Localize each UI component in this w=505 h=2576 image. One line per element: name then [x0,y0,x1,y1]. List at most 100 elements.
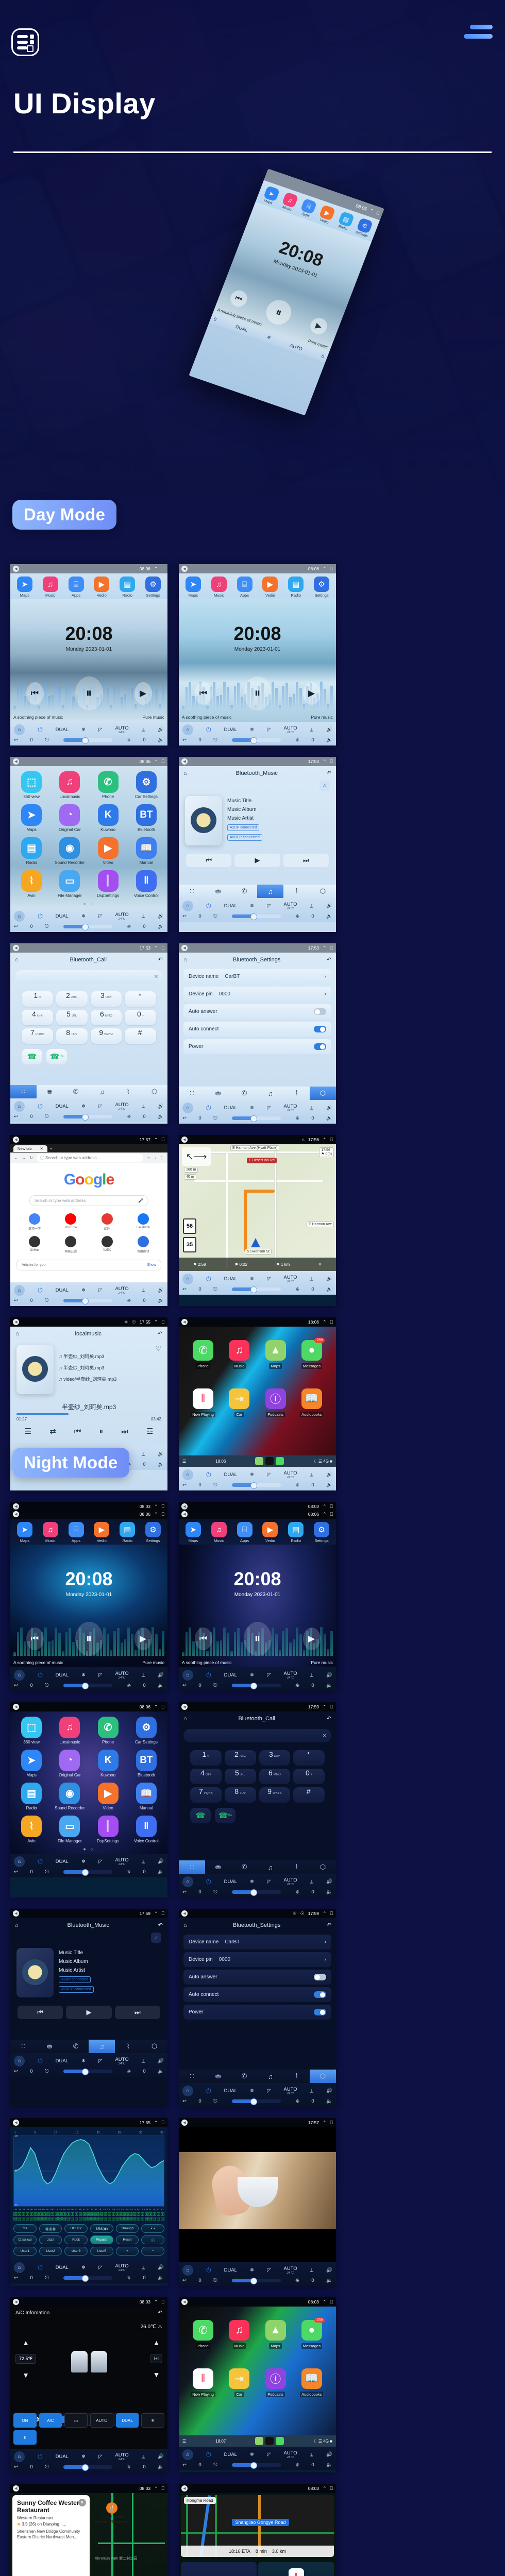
carplay-app-maps[interactable]: ▲ Maps [259,2320,293,2350]
volume-down-icon[interactable]: 🔈 [326,2278,332,2283]
eq-q-cell[interactable]: 16 [111,2217,115,2221]
chevron-down-icon[interactable]: ▼ [153,2370,160,2379]
eq-q-cell[interactable]: 16 [42,2217,46,2221]
volume-up-icon[interactable]: 🔊 [158,1451,164,1457]
app-grid[interactable]: ⬚ 360 view ♫ Localmusic ✆ Phone ⚙ Car Se… [10,1711,167,1845]
eq-q-cell[interactable]: 16 [103,2217,107,2221]
bt-tab-music-note-icon[interactable]: ♫ [257,1860,283,1874]
climate-dual-label[interactable]: DUAL [224,2088,237,2094]
eq-gain-cell[interactable]: 5 [144,2212,148,2216]
eq-gain-cell[interactable]: 11 [107,2212,111,2216]
skip-previous-icon[interactable]: ⏮ [228,288,250,309]
eq-gain-cell[interactable]: 6 [115,2212,120,2216]
carplay-app-music[interactable]: ♫ Music [222,2320,256,2350]
home-icon[interactable]: ⌂ [14,2262,25,2273]
dock-app-radio[interactable]: ▤ Radio [284,1522,307,1543]
app-file-manager[interactable]: ▭ File Manager [52,870,88,898]
app-avin[interactable]: ⌇ Avin [13,1816,49,1843]
recents-icon[interactable]: ⎕ [162,1504,164,1510]
eq-q-cell[interactable]: 16 [136,2217,140,2221]
home-icon[interactable]: ⌂ [14,1670,25,1681]
seat-icon[interactable]: ⟂ [142,2265,145,2270]
carplay-app-messages[interactable]: ● 259 Messages [295,1338,329,1370]
bt-tab-bluetooth-icon[interactable]: ⌇ [283,1860,310,1874]
power-icon[interactable]: ⏻ [206,1275,211,1283]
chevron-down-icon[interactable]: ▼ [22,2371,29,2379]
bt-tab-phone-icon[interactable]: ✆ [231,2070,258,2083]
undo-icon[interactable]: ↶ [327,1922,331,1928]
dock-app-apps[interactable]: ⌸ Apps [65,577,88,598]
bt-tab-bluetooth-icon[interactable]: ⌇ [115,2040,141,2053]
climate-auto-label[interactable]: AUTO24°C [115,2057,128,2065]
climate-dual-label[interactable]: DUAL [224,1672,237,1678]
carplay-home[interactable]: ✆ Phone ♫ Music ▲ Maps ● 259 Messages ‖ [179,2307,336,2435]
dock-app-music[interactable]: ♫ Music [208,577,230,598]
seat-heat-icon[interactable]: ⎈ [127,2464,131,2470]
eq-q-cell[interactable]: 16 [107,2217,111,2221]
screen-equalizer[interactable]: ◀ 17:55 ⌃ ⎕ 1 5 10 15 20 25 30 36 20 0 -20 20 24… [10,2118,167,2286]
climate-dual-label[interactable]: DUAL [56,1104,69,1109]
toggle-switch[interactable] [314,1026,326,1032]
defrost-icon[interactable]: ◸ [267,1472,271,1478]
player-controls[interactable]: ☰ ⇄ ⏮ ⏸ ⏭ ☲ [10,1421,167,1439]
seat-heat-icon[interactable]: ⎈ [295,2462,299,2468]
seat-icon[interactable]: ⟂ [142,1451,145,1457]
snowflake-icon[interactable]: ❄ [81,1287,86,1293]
home-icon[interactable]: ⌂ [14,2451,25,2462]
skip-previous-icon[interactable]: ⏮ [18,2006,63,2019]
nav-split-view[interactable]: Hongma Road Shangliao Gongye Road 18:16 … [179,2493,336,2576]
back-circle-icon[interactable]: ◀ [181,566,188,572]
carplay-app-audiobooks[interactable]: 📖 Audiobooks [295,1388,329,1418]
seat-heat-icon[interactable]: ⎈ [295,1889,299,1895]
undo-icon[interactable]: ↶ [158,956,163,963]
eq-gain-cell[interactable]: 5 [71,2212,75,2216]
dial-key-#[interactable]: # [293,1787,325,1803]
volume-down-icon[interactable]: 🔈 [158,2464,164,2470]
eq-q-cell[interactable]: 16 [54,2217,58,2221]
url-input[interactable]: ⓘ Search or type web address [36,1153,143,1162]
fan-slider[interactable] [232,2462,281,2469]
power-icon[interactable]: ⏻ [206,726,211,734]
dial-key-7[interactable]: 7 PQRS [190,1787,222,1803]
climate-control-bar[interactable]: ⌂ ⏻ DUAL ❄ ◸ AUTO24°C ⟂ 🔊 ↩ 0 ⎋ ⎈ 0 🔈 [179,1667,336,1691]
eq-gain-cell[interactable]: 5 [140,2212,144,2216]
eq-q-cell[interactable]: 16 [50,2217,54,2221]
recents-icon[interactable]: ⎕ [162,1911,164,1917]
back-arrow-icon[interactable]: ↩ [182,1683,187,1688]
eq-q-cell[interactable]: 16 [95,2217,99,2221]
eq-gain-cell[interactable]: 3 [38,2212,42,2216]
toggle-switch[interactable] [314,2009,326,2015]
eq-user-User3[interactable]: User3 [64,2247,88,2256]
eq-preset-Ⓘ[interactable]: Ⓘ [141,2235,164,2244]
app-video[interactable]: ▶ Video [90,837,126,865]
screen-nav-split[interactable]: ◀ 08:03 ⌃ ⎕ Hongma Road Shangliao Gongye… [179,2484,336,2576]
eq-q-cell[interactable]: 16 [99,2217,103,2221]
back-circle-icon[interactable]: ◀ [181,1910,188,1917]
dial-input[interactable]: ✕ [183,1729,331,1742]
back-circle-icon[interactable]: ◀ [181,945,188,951]
fan-slider[interactable] [63,1869,112,1876]
snowflake-icon[interactable]: ❄ [81,2058,86,2064]
seat-left-icon[interactable]: ⎋ [213,2098,217,2104]
shortcut-item[interactable]: 武升 [89,1213,125,1231]
dock-app-apps[interactable]: ⌸ Apps [233,577,256,598]
eq-q-cell[interactable]: 16 [62,2217,66,2221]
volume-up-icon[interactable]: 🔊 [326,2267,332,2273]
power-icon[interactable]: ⏻ [206,2451,211,2459]
seat-heat-icon[interactable]: ⎈ [295,2098,299,2104]
dock-app-apps[interactable]: ⌸ Apps [65,1522,88,1543]
chevron-up-icon[interactable]: ⌃ [154,1137,158,1143]
dial-key-4[interactable]: 4 GHI [22,1010,53,1025]
recents-icon[interactable]: ⎕ [162,759,164,765]
screen-bluetooth-music[interactable]: ◀ 17:53 ⌃ ⎕ ⌂ Bluetooth_Music ↶ ♫ Music … [179,757,336,932]
chevron-right-icon[interactable]: › [325,974,326,979]
bt-tab-music-note-icon[interactable]: ♫ [89,1085,115,1098]
now-playing-panel[interactable]: ‖ Not Playing ⏪ ▶ ⏩ [258,2562,334,2576]
bt-tab-contact-icon[interactable]: ⛂ [205,885,231,898]
home-icon[interactable]: ⌂ [14,911,25,922]
climate-auto-label[interactable]: AUTO [289,343,303,351]
ac-button-AUTO[interactable]: AUTO [90,2413,113,2428]
app-manual[interactable]: 📖 Manual [128,837,164,865]
snowflake-icon[interactable]: ❄ [250,1879,254,1885]
eq-gain-cell[interactable]: 14 [99,2212,103,2216]
